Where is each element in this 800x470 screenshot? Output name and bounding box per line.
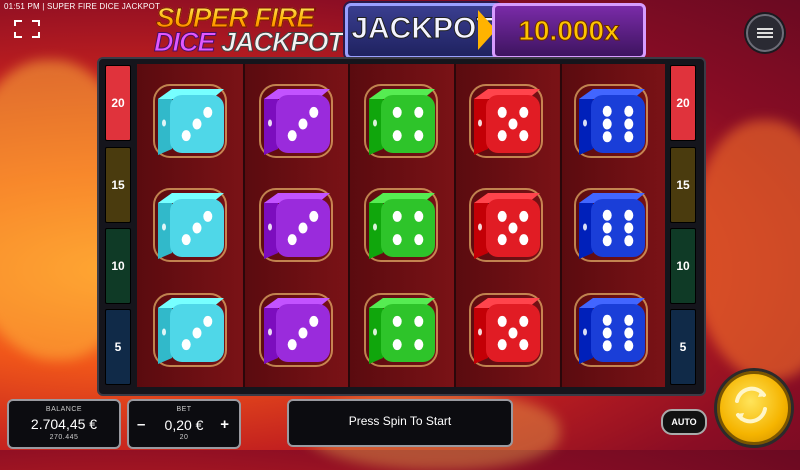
game-logo: SUPER FIRE DICE JACKPOT [150, 0, 345, 58]
jackpot-multiplier: 10.000x [518, 15, 620, 47]
level-indicator-right-5: 5 [670, 309, 696, 385]
jackpot-multiplier-banner: 10.000x [492, 3, 646, 59]
bet-panel: BET – 0,20 € + 20 [127, 399, 241, 449]
level-indicator-left-10: 10 [105, 228, 131, 304]
logo-dice: DICE [154, 27, 216, 58]
die-cyan-3 [153, 188, 227, 262]
die-green-4 [364, 293, 438, 367]
die-purple-3 [259, 293, 333, 367]
message-panel: Press Spin To Start [287, 399, 513, 447]
spin-arrows-icon [735, 386, 767, 424]
status-bar: 01:51 PM | SUPER FIRE DICE JACKPOT [4, 2, 161, 11]
die-cyan-3 [153, 293, 227, 367]
jackpot-label: JACKPOT [351, 12, 495, 46]
die-green-4 [364, 188, 438, 262]
die-red-5 [469, 293, 543, 367]
bet-credits: 20 [179, 434, 189, 441]
level-indicator-right-10: 10 [670, 228, 696, 304]
reel-divider [348, 64, 350, 387]
level-indicator-right-20: 20 [670, 65, 696, 141]
die-red-5 [469, 84, 543, 158]
flame-decoration [690, 120, 800, 380]
spin-button[interactable] [717, 371, 791, 445]
level-indicator-left-15: 15 [105, 147, 131, 223]
die-blue-6 [574, 84, 648, 158]
die-green-4 [364, 84, 438, 158]
hamburger-menu-icon [757, 26, 773, 40]
logo-jackpot: JACKPOT [221, 27, 345, 58]
auto-play-button[interactable]: AUTO [661, 409, 707, 435]
reel-divider [560, 64, 562, 387]
bet-label: BET [176, 406, 192, 413]
die-cyan-3 [153, 84, 227, 158]
balance-label: BALANCE [45, 406, 83, 413]
die-blue-6 [574, 188, 648, 262]
balance-credits: 270.445 [49, 434, 79, 441]
message-text: Press Spin To Start [348, 414, 452, 428]
status-time: 01:51 PM [4, 2, 40, 11]
status-game-title: SUPER FIRE DICE JACKPOT [46, 2, 161, 11]
die-blue-6 [574, 293, 648, 367]
menu-button[interactable] [746, 14, 784, 52]
balance-amount: 2.704,45 € [30, 416, 98, 432]
bet-increase-button[interactable]: + [220, 416, 229, 433]
die-purple-3 [259, 84, 333, 158]
logo-line2: DICE JACKPOT [154, 27, 345, 58]
reel-divider [454, 64, 456, 387]
level-indicator-left-20: 20 [105, 65, 131, 141]
reel-divider [243, 64, 245, 387]
die-red-5 [469, 188, 543, 262]
fullscreen-icon[interactable] [14, 20, 40, 38]
level-indicator-right-15: 15 [670, 147, 696, 223]
die-purple-3 [259, 188, 333, 262]
level-indicator-left-5: 5 [105, 309, 131, 385]
balance-panel: BALANCE 2.704,45 € 270.445 [7, 399, 121, 449]
